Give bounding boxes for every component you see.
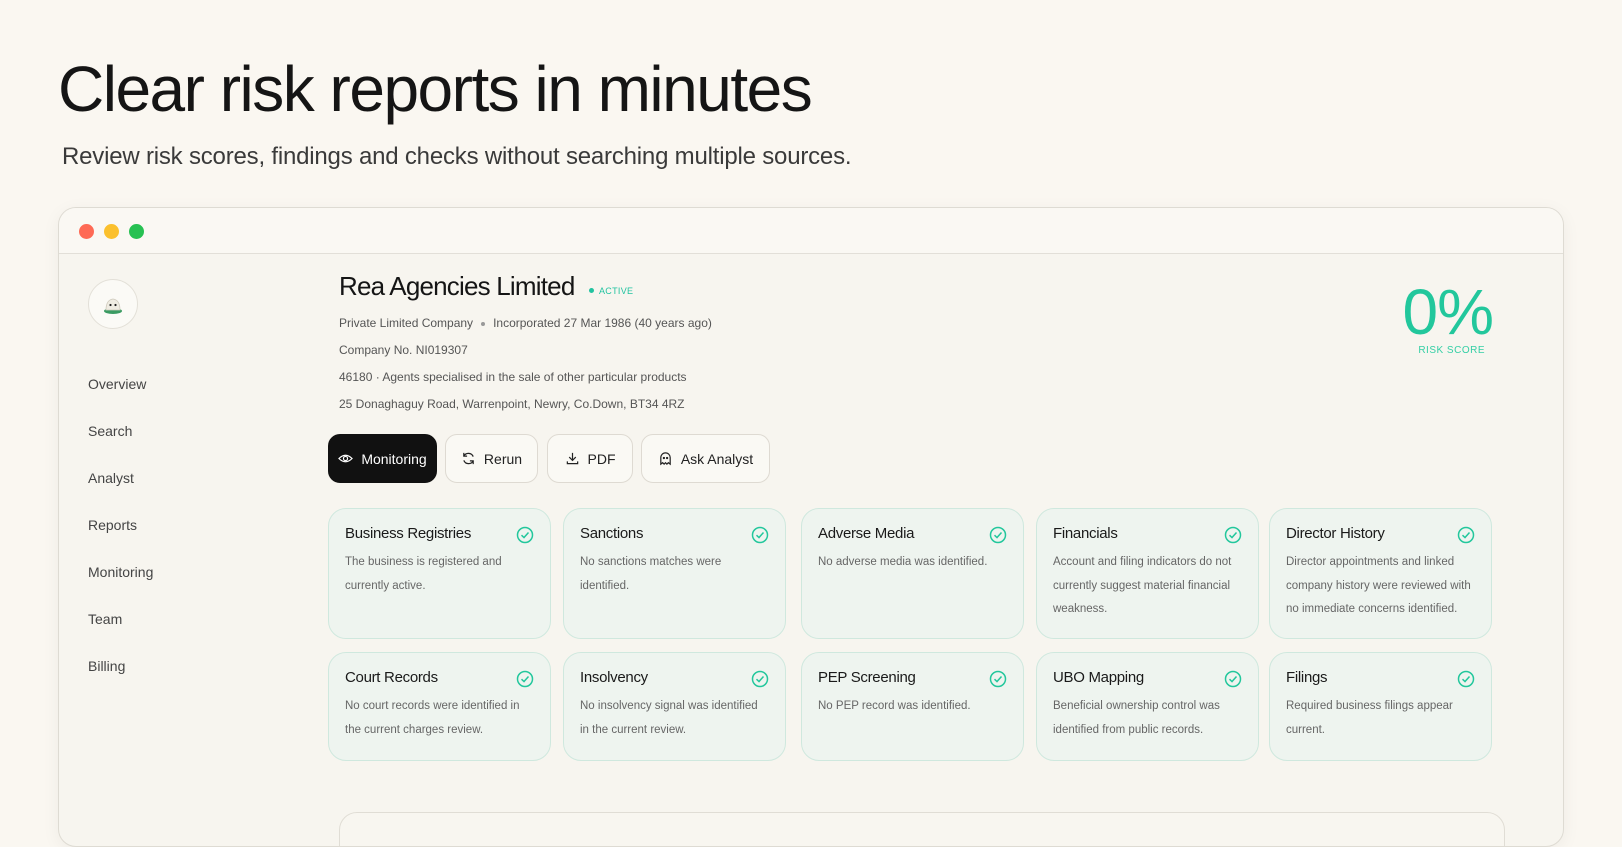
check-description: Required business filings appear current… xyxy=(1286,700,1453,736)
check-card-director-history[interactable]: Director History Director appointments a… xyxy=(1269,508,1492,639)
check-circle-icon xyxy=(989,670,1007,688)
check-description: Account and filing indicators do not cur… xyxy=(1053,556,1232,615)
check-card-filings[interactable]: Filings Required business filings appear… xyxy=(1269,652,1492,761)
check-title: Business Registries xyxy=(345,525,472,542)
check-description: Director appointments and linked company… xyxy=(1286,556,1471,615)
check-title: Director History xyxy=(1286,525,1385,542)
check-circle-icon xyxy=(751,526,769,544)
company-number: Company No. NI019307 xyxy=(339,343,468,357)
check-circle-icon xyxy=(1457,526,1475,544)
check-circle-icon xyxy=(516,526,534,544)
check-title: Court Records xyxy=(345,669,438,686)
check-card-adverse-media[interactable]: Adverse Media No adverse media was ident… xyxy=(801,508,1024,639)
pdf-button-label: PDF xyxy=(587,450,616,467)
ask-analyst-button-label: Ask Analyst xyxy=(680,450,754,467)
company-type: Private Limited Company xyxy=(339,316,474,330)
refresh-icon xyxy=(463,452,474,465)
rerun-button[interactable]: Rerun xyxy=(445,434,538,483)
status-badge: ACTIVE xyxy=(589,286,633,296)
check-card-sanctions[interactable]: Sanctions No sanctions matches were iden… xyxy=(563,508,786,639)
company-name: Rea Agencies Limited xyxy=(339,271,575,301)
check-card-financials[interactable]: Financials Account and filing indicators… xyxy=(1036,508,1259,639)
check-card-court-records[interactable]: Court Records No court records were iden… xyxy=(328,652,551,761)
monitoring-button-label: Monitoring xyxy=(361,450,427,467)
monitoring-button[interactable]: Monitoring xyxy=(328,434,437,483)
company-address: 25 Donaghaguy Road, Warrenpoint, Newry, … xyxy=(339,397,685,411)
window-titlebar xyxy=(59,208,1563,254)
check-circle-icon xyxy=(1224,526,1242,544)
sidebar-item-analyst[interactable]: Analyst xyxy=(88,470,134,486)
company-sic: 46180 · Agents specialised in the sale o… xyxy=(339,370,687,384)
download-icon xyxy=(566,452,578,465)
app-window: Overview Search Analyst Reports Monitori… xyxy=(58,207,1564,847)
ask-analyst-button[interactable]: Ask Analyst xyxy=(641,434,770,483)
maximize-window-button[interactable] xyxy=(129,224,144,239)
check-description: No PEP record was identified. xyxy=(818,700,971,712)
check-circle-icon xyxy=(1224,670,1242,688)
separator-dot xyxy=(481,321,486,326)
pdf-button[interactable]: PDF xyxy=(547,434,633,483)
close-window-button[interactable] xyxy=(79,224,94,239)
risk-score-label: RISK SCORE xyxy=(1418,345,1485,356)
rerun-button-label: Rerun xyxy=(483,450,523,467)
check-title: UBO Mapping xyxy=(1053,669,1144,686)
check-description: The business is registered and currently… xyxy=(345,556,502,592)
check-card-insolvency[interactable]: Insolvency No insolvency signal was iden… xyxy=(563,652,786,761)
sidebar-item-reports[interactable]: Reports xyxy=(88,517,137,533)
avatar[interactable] xyxy=(88,279,138,329)
check-circle-icon xyxy=(1457,670,1475,688)
check-card-business-registries[interactable]: Business Registries The business is regi… xyxy=(328,508,551,639)
check-circle-icon xyxy=(989,526,1007,544)
eye-icon xyxy=(338,454,354,463)
check-card-pep-screening[interactable]: PEP Screening No PEP record was identifi… xyxy=(801,652,1024,761)
check-description: No adverse media was identified. xyxy=(818,556,988,568)
check-circle-icon xyxy=(516,670,534,688)
company-meta-row: Private Limited Company Incorporated 27 M… xyxy=(339,316,712,330)
mascot-icon xyxy=(104,298,122,314)
check-title: PEP Screening xyxy=(818,669,916,686)
sidebar-item-monitoring[interactable]: Monitoring xyxy=(88,564,153,580)
minimize-window-button[interactable] xyxy=(104,224,119,239)
hero-subtitle: Review risk scores, findings and checks … xyxy=(62,143,852,170)
check-title: Financials xyxy=(1053,525,1118,542)
check-title: Insolvency xyxy=(580,669,648,686)
check-title: Sanctions xyxy=(580,525,644,542)
incorporation-date: Incorporated 27 Mar 1986 (40 years ago) xyxy=(493,316,712,330)
sidebar-item-search[interactable]: Search xyxy=(88,423,132,439)
check-description: Beneficial ownership control was identif… xyxy=(1053,700,1220,736)
check-description: No court records were identified in the … xyxy=(345,700,520,736)
risk-score-value: 0% xyxy=(1402,276,1494,348)
ghost-icon xyxy=(660,452,671,466)
check-circle-icon xyxy=(751,670,769,688)
hero-title: Clear risk reports in minutes xyxy=(58,53,813,125)
check-description: No insolvency signal was identified in t… xyxy=(580,700,758,736)
check-title: Adverse Media xyxy=(818,525,915,542)
report-details-panel xyxy=(339,812,1505,846)
sidebar-item-billing[interactable]: Billing xyxy=(88,658,125,674)
check-title: Filings xyxy=(1286,669,1328,686)
check-description: No sanctions matches were identified. xyxy=(580,556,722,592)
sidebar-item-team[interactable]: Team xyxy=(88,611,122,627)
sidebar-item-overview[interactable]: Overview xyxy=(88,376,146,392)
check-card-ubo-mapping[interactable]: UBO Mapping Beneficial ownership control… xyxy=(1036,652,1259,761)
